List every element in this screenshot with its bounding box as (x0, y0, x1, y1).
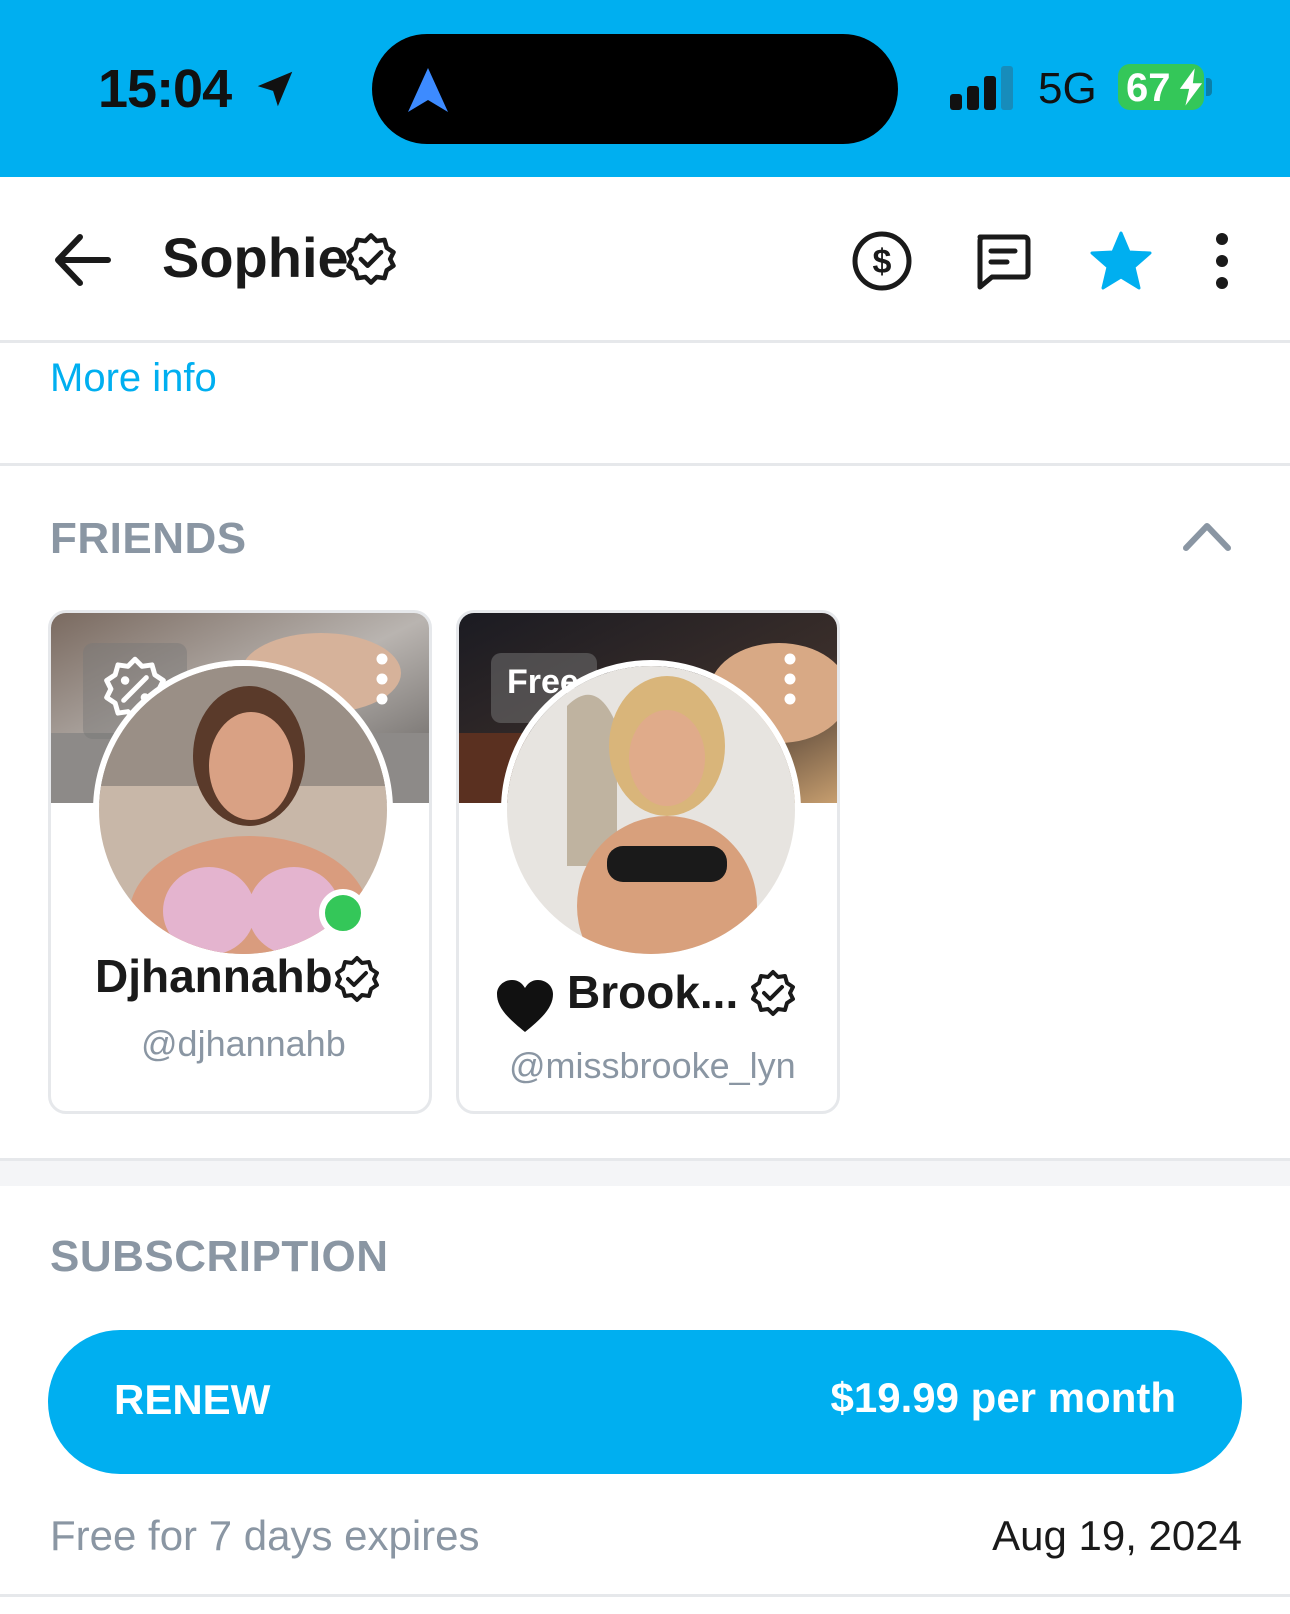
navigation-icon (408, 68, 448, 112)
dynamic-island (372, 34, 898, 144)
card-more-icon[interactable] (367, 651, 397, 707)
battery-indicator: 67 (1118, 64, 1214, 110)
friend-name: Brook... (567, 966, 739, 1018)
network-type: 5G (1038, 64, 1097, 113)
subscription-price: $19.99 per month (830, 1374, 1176, 1421)
friend-handle: @missbrooke_lyn (509, 1045, 796, 1086)
friend-card[interactable]: Free Brook... @missbrooke_lyn (456, 610, 840, 1114)
back-arrow-icon[interactable] (50, 229, 114, 291)
message-icon[interactable] (970, 229, 1034, 293)
battery-body: 67 (1118, 64, 1204, 110)
friend-name: Djhannahb (95, 950, 333, 1002)
subscription-expiry-date: Aug 19, 2024 (992, 1512, 1242, 1559)
cellular-signal-icon (950, 66, 1013, 110)
chevron-up-icon[interactable] (1180, 516, 1234, 556)
verified-badge-icon (346, 233, 396, 285)
battery-tip (1206, 78, 1212, 96)
black-heart-icon (497, 980, 553, 1032)
page-title: Sophie (162, 226, 349, 289)
section-divider (0, 1158, 1290, 1186)
avatar (501, 660, 801, 960)
status-bar: 15:04 5G 67 (0, 0, 1290, 177)
subscription-note: Free for 7 days expires (50, 1512, 480, 1559)
friends-section-title: FRIENDS (50, 514, 247, 563)
section-divider (0, 1594, 1290, 1597)
status-time: 15:04 (98, 59, 232, 119)
online-status-dot (319, 889, 367, 937)
location-arrow-icon (257, 71, 293, 107)
svg-text:$: $ (873, 243, 892, 281)
friend-handle: @djhannahb (141, 1023, 346, 1064)
verified-badge-icon (751, 970, 795, 1016)
star-icon[interactable] (1089, 229, 1153, 293)
section-divider (0, 463, 1290, 466)
tip-dollar-icon[interactable]: $ (850, 229, 914, 293)
friend-card[interactable]: Djhannahb @djhannahb (48, 610, 432, 1114)
battery-level: 67 (1126, 66, 1171, 110)
renew-button[interactable]: RENEW $19.99 per month (48, 1330, 1242, 1474)
profile-header: Sophie $ (0, 177, 1290, 343)
charging-bolt-icon (1179, 68, 1203, 106)
more-info-link[interactable]: More info (50, 356, 217, 401)
renew-button-label: RENEW (114, 1376, 271, 1423)
verified-badge-icon (335, 956, 379, 1002)
more-vertical-icon[interactable] (1196, 229, 1248, 293)
card-more-icon[interactable] (775, 651, 805, 707)
subscription-section-title: SUBSCRIPTION (50, 1232, 389, 1281)
